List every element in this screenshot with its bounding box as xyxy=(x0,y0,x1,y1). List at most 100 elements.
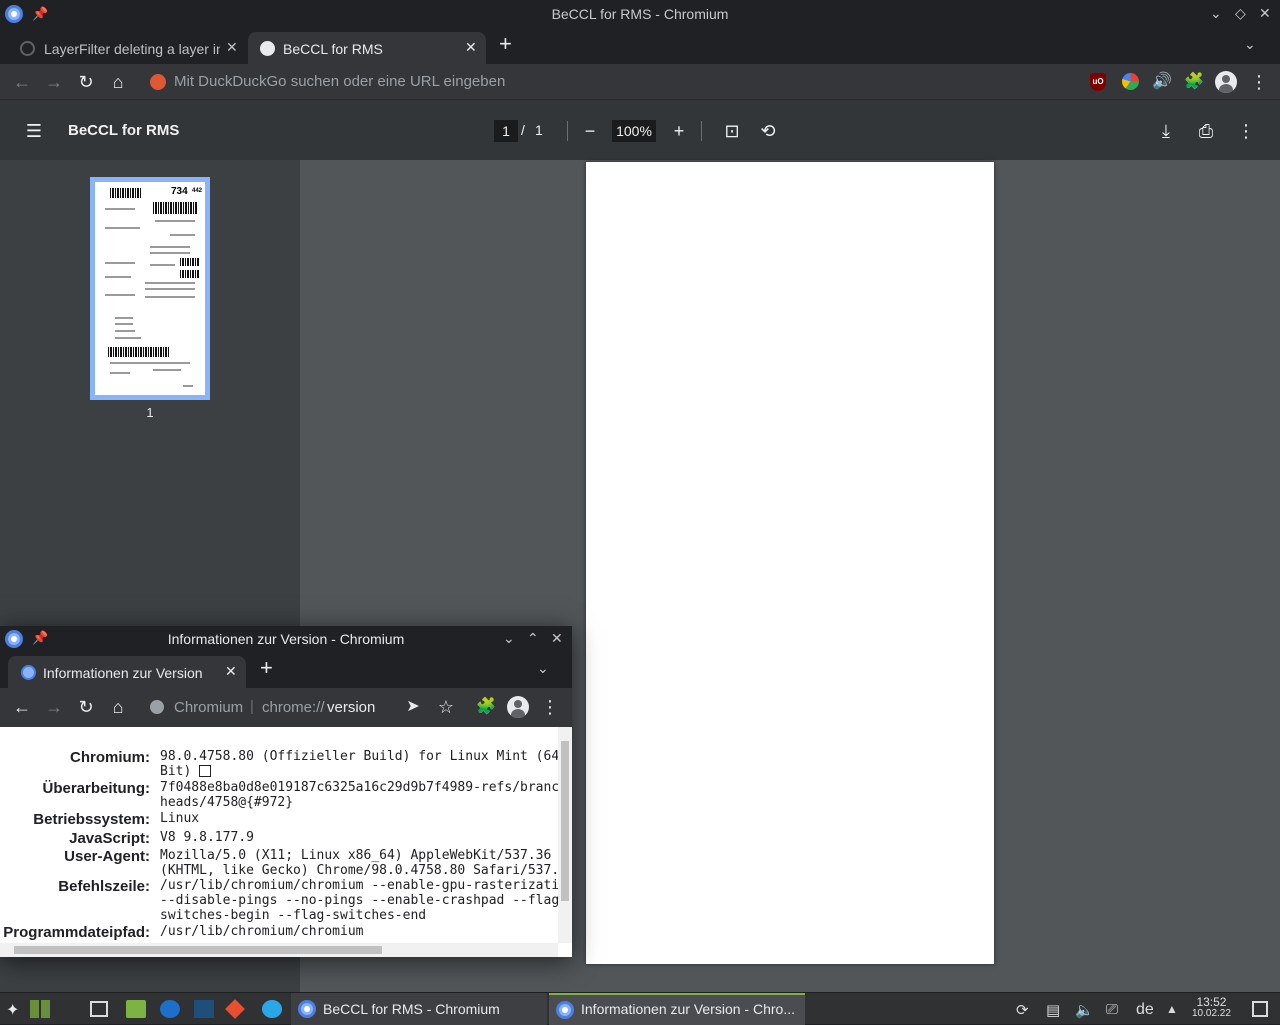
volume-icon[interactable]: 🔈 xyxy=(1075,1001,1094,1019)
back-icon[interactable]: ← xyxy=(11,696,33,718)
task-label: BeCCL for RMS - Chromium xyxy=(323,1001,500,1017)
keyboard-layout[interactable]: de xyxy=(1136,1001,1154,1019)
puzzle-icon[interactable]: 🧩 xyxy=(1183,71,1205,93)
tab-search-icon[interactable]: ⌄ xyxy=(1244,36,1256,53)
omnibox-site[interactable]: Chromium xyxy=(174,699,243,716)
speaker-icon[interactable]: 🔊 xyxy=(1151,71,1173,93)
tab-strip: LayerFilter deleting a layer in ✕ BeCCL … xyxy=(0,28,1280,64)
tab-label: BeCCL for RMS xyxy=(283,41,383,57)
omnibox-input[interactable]: Mit DuckDuckGo suchen oder eine URL eing… xyxy=(174,73,505,90)
ublock-origin-icon[interactable]: uO xyxy=(1090,73,1106,91)
puzzle-icon[interactable]: 🧩 xyxy=(475,696,497,718)
more-icon[interactable]: ⋮ xyxy=(1234,119,1258,143)
divider xyxy=(701,121,702,141)
clock-date: 10.02.22 xyxy=(1192,1008,1231,1019)
browser-toolbar: ← → ↻ ⌂ Chromium | chrome:// version ➤ ☆… xyxy=(0,688,572,726)
profile-avatar[interactable] xyxy=(1215,71,1237,93)
home-icon[interactable]: ⌂ xyxy=(107,71,129,93)
tab-layerfilter[interactable]: LayerFilter deleting a layer in ✕ xyxy=(8,32,246,64)
notifications-icon[interactable] xyxy=(1252,1001,1268,1017)
scrollbar-thumb[interactable] xyxy=(561,741,569,901)
omnibox-scheme[interactable]: chrome:// xyxy=(262,699,325,716)
extension-icon[interactable] xyxy=(1122,73,1139,90)
zoom-input[interactable]: 100% xyxy=(612,120,656,142)
tray-expand-icon[interactable]: ▲ xyxy=(1166,1002,1178,1016)
workspace-switcher-icon[interactable] xyxy=(30,1000,50,1018)
clock[interactable]: 13:52 10.02.22 xyxy=(1192,996,1231,1020)
rotate-icon[interactable]: ⟲ xyxy=(756,119,780,143)
tab-beccl[interactable]: BeCCL for RMS ✕ xyxy=(248,32,486,64)
row-value: Mozilla/5.0 (X11; Linux x86_64) AppleWeb… xyxy=(160,848,560,878)
taskbar: ✦ BeCCL for RMS - Chromium Informationen… xyxy=(0,992,1280,1025)
fit-page-icon[interactable]: ⊡ xyxy=(720,119,744,143)
scrollbar-thumb[interactable] xyxy=(14,946,382,954)
title-bar[interactable]: 📌 Informationen zur Version - Chromium ⌄… xyxy=(0,626,572,652)
forward-icon[interactable]: → xyxy=(43,71,65,93)
page-thumbnail[interactable]: 734 442 xyxy=(90,177,210,400)
zoom-out-icon[interactable]: − xyxy=(578,119,602,143)
row-label: User-Agent: xyxy=(64,848,150,865)
horizontal-scrollbar[interactable] xyxy=(0,943,558,957)
page-separator: / xyxy=(521,122,525,138)
chromium-site-icon xyxy=(150,700,164,714)
maximize-icon[interactable]: ◇ xyxy=(1235,5,1246,22)
window-title: Informationen zur Version - Chromium xyxy=(167,631,405,647)
title-bar[interactable]: 📌 BeCCL for RMS - Chromium ⌄ ◇ ✕ xyxy=(0,0,1280,28)
row-label: Betriebssystem: xyxy=(33,811,150,828)
task-version[interactable]: Informationen zur Version - Chro... xyxy=(549,993,805,1025)
new-tab-icon[interactable]: + xyxy=(260,655,273,681)
row-value: V8 9.8.177.9 xyxy=(160,830,254,845)
tab-search-icon[interactable]: ⌄ xyxy=(537,660,549,677)
start-menu-icon[interactable]: ✦ xyxy=(6,1000,26,1019)
minimize-icon[interactable]: ⌄ xyxy=(503,630,515,647)
send-icon[interactable]: ➤ xyxy=(402,696,424,718)
chromium-icon xyxy=(21,665,36,680)
omnibox-path[interactable]: version xyxy=(327,699,375,716)
copy-icon[interactable] xyxy=(199,765,211,777)
web-browser-icon[interactable] xyxy=(262,1000,282,1018)
task-label: Informationen zur Version - Chro... xyxy=(581,1001,795,1017)
tab-close-icon[interactable]: ✕ xyxy=(226,39,238,56)
tab-close-icon[interactable]: ✕ xyxy=(225,663,237,680)
update-icon[interactable]: ⟳ xyxy=(1016,1001,1029,1019)
row-value: /usr/lib/chromium/chromium xyxy=(160,924,364,939)
close-icon[interactable]: ✕ xyxy=(1259,5,1271,22)
row-value: 7f0488e8ba0d8e019187c6325a16c29d9b7f4989… xyxy=(160,780,560,810)
clipboard-icon[interactable]: ▤ xyxy=(1046,1001,1060,1019)
print-icon[interactable]: ⎙ xyxy=(1194,119,1218,143)
row-value: 98.0.4758.80 (Offizieller Build) for Lin… xyxy=(160,749,560,779)
git-icon[interactable] xyxy=(225,999,245,1019)
hamburger-icon[interactable]: ☰ xyxy=(22,119,46,143)
network-icon[interactable]: ⎚ xyxy=(1106,1001,1118,1018)
close-icon[interactable]: ✕ xyxy=(551,630,563,647)
thunderbird-icon[interactable] xyxy=(160,1000,180,1018)
menu-icon[interactable]: ⋮ xyxy=(539,696,561,718)
menu-icon[interactable]: ⋮ xyxy=(1248,71,1270,93)
task-beccl[interactable]: BeCCL for RMS - Chromium xyxy=(291,993,547,1025)
chromium-icon xyxy=(298,1000,316,1018)
vscode-icon[interactable] xyxy=(194,1000,214,1018)
vertical-scrollbar[interactable] xyxy=(558,727,572,943)
page-number-input[interactable]: 1 xyxy=(494,120,518,142)
new-tab-icon[interactable]: + xyxy=(499,31,512,57)
file-manager-icon[interactable] xyxy=(126,1000,146,1018)
show-desktop-icon[interactable] xyxy=(90,1001,108,1017)
home-icon[interactable]: ⌂ xyxy=(107,696,129,718)
maximize-icon[interactable]: ⌃ xyxy=(527,630,539,647)
minimize-icon[interactable]: ⌄ xyxy=(1210,5,1222,22)
forward-icon[interactable]: → xyxy=(43,696,65,718)
tab-version[interactable]: Informationen zur Version ✕ xyxy=(8,656,246,688)
reload-icon[interactable]: ↻ xyxy=(75,696,97,718)
bookmark-star-icon[interactable]: ☆ xyxy=(435,696,457,718)
row-label: Überarbeitung: xyxy=(42,780,150,797)
thumbnail-image: 734 442 xyxy=(95,182,205,395)
zoom-in-icon[interactable]: + xyxy=(667,119,691,143)
profile-avatar[interactable] xyxy=(507,696,529,718)
download-icon[interactable]: ⤓ xyxy=(1154,119,1178,143)
tab-label: Informationen zur Version xyxy=(43,665,203,681)
reload-icon[interactable]: ↻ xyxy=(75,71,97,93)
tab-strip: Informationen zur Version ✕ + ⌄ xyxy=(0,652,572,688)
back-icon[interactable]: ← xyxy=(11,71,33,93)
browser-toolbar: ← → ↻ ⌂ Mit DuckDuckGo suchen oder eine … xyxy=(0,64,1280,100)
tab-close-icon[interactable]: ✕ xyxy=(465,39,477,56)
